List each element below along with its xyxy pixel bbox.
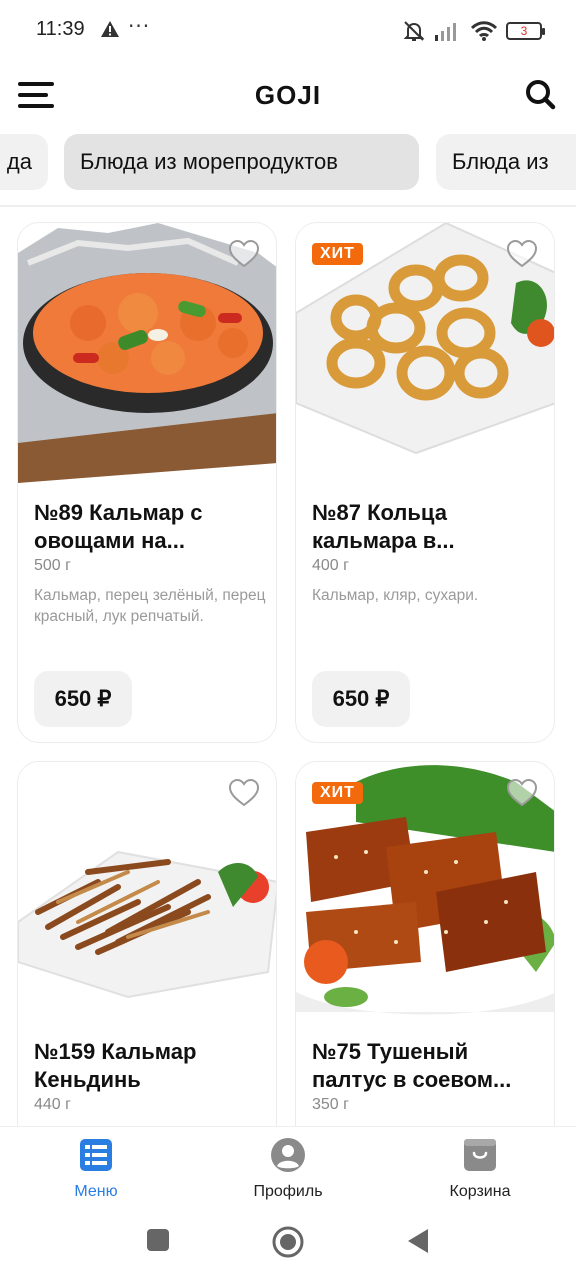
profile-icon (271, 1138, 305, 1172)
product-title: №159 Кальмар Кеньдинь (34, 1039, 197, 1092)
back-icon[interactable] (406, 1228, 430, 1254)
product-weight: 440 г (34, 1096, 71, 1113)
recent-apps-icon[interactable] (146, 1228, 170, 1252)
product-weight: 350 г (312, 1096, 349, 1113)
product-description: Кальмар, перец зелёный, перец красный, л… (34, 587, 266, 625)
home-icon[interactable] (272, 1226, 304, 1258)
product-title: №75 Тушеный палтус в соевом... (312, 1039, 512, 1092)
category-chips: да Блюда из морепродуктов Блюда из (0, 134, 576, 190)
product-card[interactable]: ХИТ №87 Кольца кальмара в... 400 г Кальм… (295, 222, 555, 743)
favorite-heart-icon[interactable] (228, 239, 260, 269)
favorite-heart-icon[interactable] (506, 778, 538, 808)
chips-divider (0, 205, 576, 207)
nav-item-menu[interactable]: Меню (26, 1137, 166, 1201)
muted-bell-icon (403, 21, 425, 41)
menu-list-icon (80, 1139, 112, 1171)
cart-bag-icon (464, 1139, 496, 1171)
status-time: 11:39 (36, 18, 85, 40)
wifi-icon (470, 21, 498, 41)
signal-icon (435, 23, 456, 41)
nav-label-profile: Профиль (253, 1183, 323, 1200)
battery-icon: 3 (506, 22, 545, 40)
nav-label-cart: Корзина (449, 1183, 511, 1200)
product-weight: 500 г (34, 557, 71, 574)
favorite-heart-icon[interactable] (506, 239, 538, 269)
status-more-dots: ··· (128, 14, 151, 38)
product-card[interactable]: ХИТ №75 Тушеный палтус в соевом... 350 г (295, 761, 555, 1181)
product-description: Кальмар, кляр, сухари. (312, 587, 479, 604)
price-button[interactable]: 650 ₽ (312, 671, 410, 727)
product-card[interactable]: №89 Кальмар с овощами на... 500 г Кальма… (17, 222, 277, 743)
product-title: №87 Кольца кальмара в... (312, 500, 455, 553)
hit-badge: ХИТ (312, 243, 363, 265)
category-chip-seafood[interactable]: Блюда из морепродуктов (64, 134, 419, 190)
app-header: GOJI (0, 62, 576, 128)
product-card[interactable]: №159 Кальмар Кеньдинь 440 г (17, 761, 277, 1181)
category-chip-prev[interactable]: да (0, 134, 48, 190)
system-nav-bar (0, 1210, 576, 1280)
nav-label-menu: Меню (74, 1183, 118, 1200)
category-chip-next[interactable]: Блюда из (436, 134, 576, 190)
price-button[interactable]: 650 ₽ (34, 671, 132, 727)
nav-item-cart[interactable]: Корзина (410, 1137, 550, 1201)
hit-badge: ХИТ (312, 782, 363, 804)
status-icons: 3 (402, 18, 545, 44)
app-title: GOJI (254, 80, 322, 110)
product-title: №89 Кальмар с овощами на... (34, 500, 203, 553)
nav-item-profile[interactable]: Профиль (218, 1137, 358, 1201)
warning-icon (101, 21, 119, 37)
search-icon[interactable] (524, 78, 556, 110)
favorite-heart-icon[interactable] (228, 778, 260, 808)
bottom-nav: Меню Профиль Корзина (0, 1126, 576, 1210)
product-weight: 400 г (312, 557, 349, 574)
status-bar: 11:39 ··· 3 (0, 0, 576, 62)
